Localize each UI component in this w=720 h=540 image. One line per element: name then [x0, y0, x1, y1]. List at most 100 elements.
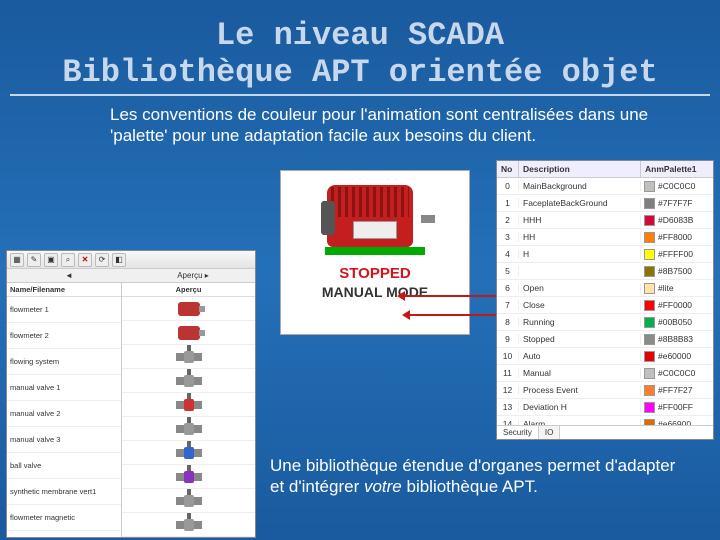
color-swatch	[644, 402, 655, 413]
title-line1: Le niveau SCADA	[216, 17, 504, 54]
motor-status: STOPPED	[339, 265, 410, 282]
intro-paragraph: Les conventions de couleur pour l'animat…	[110, 104, 650, 147]
library-tab-right[interactable]: Aperçu ▸	[131, 269, 255, 282]
library-row[interactable]: flowing system	[7, 349, 121, 375]
toolbar-icon[interactable]: ⟳	[95, 253, 109, 267]
palette-row[interactable]: 7Close#FF0000	[497, 297, 713, 314]
palette-row[interactable]: 8Running#00B050	[497, 314, 713, 331]
pump-icon	[178, 302, 200, 316]
valve-icon	[176, 445, 202, 461]
palette-row-desc: Running	[519, 317, 641, 327]
library-row[interactable]: ball valve	[7, 453, 121, 479]
motor-mode: MANUAL MODE	[322, 284, 428, 300]
color-swatch	[644, 266, 655, 277]
valve-icon	[176, 373, 202, 389]
valve-icon	[176, 517, 202, 533]
palette-row-color: #8B8B83	[641, 334, 713, 345]
library-row[interactable]: manual valve 2	[7, 401, 121, 427]
palette-row-no: 4	[497, 249, 519, 259]
library-preview-column: Aperçu	[122, 283, 255, 537]
arrow-to-status	[400, 295, 500, 297]
palette-col-desc: Description	[519, 161, 641, 177]
motor-panel: STOPPED MANUAL MODE	[280, 170, 470, 335]
palette-tabs: Security IO	[497, 425, 713, 439]
color-swatch	[644, 334, 655, 345]
color-hex: #C0C0C0	[658, 181, 695, 191]
library-row[interactable]: synthetic membrane vert1	[7, 479, 121, 505]
toolbar-icon[interactable]: ▦	[10, 253, 24, 267]
color-swatch	[644, 249, 655, 260]
color-swatch	[644, 198, 655, 209]
palette-row[interactable]: 5#8B7500	[497, 263, 713, 280]
color-swatch	[644, 215, 655, 226]
color-swatch	[644, 300, 655, 311]
color-swatch	[644, 181, 655, 192]
palette-row-no: 11	[497, 368, 519, 378]
palette-row[interactable]: 0MainBackground#C0C0C0	[497, 178, 713, 195]
color-hex: #C0C0C0	[658, 368, 695, 378]
palette-row-color: #lite	[641, 283, 713, 294]
palette-row[interactable]: 13Deviation H#FF00FF	[497, 399, 713, 416]
palette-row[interactable]: 11Manual#C0C0C0	[497, 365, 713, 382]
outro-paragraph: Une bibliothèque étendue d'organes perme…	[270, 455, 690, 498]
library-tabs: ◄ Aperçu ▸	[7, 269, 255, 283]
palette-row[interactable]: 12Process Event#FF7F27	[497, 382, 713, 399]
library-list: Name/Filename flowmeter 1flowmeter 2flow…	[7, 283, 122, 537]
library-tab-left[interactable]: ◄	[7, 269, 131, 282]
palette-row-no: 7	[497, 300, 519, 310]
palette-row-color: #FF00FF	[641, 402, 713, 413]
valve-icon	[176, 397, 202, 413]
toolbar-icon[interactable]: ⌕	[61, 253, 75, 267]
toolbar-icon[interactable]: ◧	[112, 253, 126, 267]
palette-tab-security[interactable]: Security	[497, 426, 539, 439]
toolbar-icon[interactable]: ▣	[44, 253, 58, 267]
palette-row[interactable]: 14Alarm#e66900	[497, 416, 713, 425]
palette-row-no: 1	[497, 198, 519, 208]
preview-cell	[122, 513, 255, 537]
palette-row[interactable]: 1FaceplateBackGround #7F7F7F	[497, 195, 713, 212]
color-hex: #FFFF00	[658, 249, 693, 259]
arrow-to-mode	[405, 314, 500, 316]
color-hex: #e60000	[658, 351, 691, 361]
palette-row-no: 3	[497, 232, 519, 242]
preview-cell	[122, 417, 255, 441]
palette-row[interactable]: 3HH#FF8000	[497, 229, 713, 246]
palette-row[interactable]: 2HHH#D6083B	[497, 212, 713, 229]
library-preview-header: Aperçu	[122, 283, 255, 297]
page-title: Le niveau SCADA Bibliothèque APT orienté…	[10, 0, 710, 96]
palette-row-desc: FaceplateBackGround	[519, 198, 641, 208]
palette-row-desc: Open	[519, 283, 641, 293]
library-row[interactable]: flowmeter 2	[7, 323, 121, 349]
color-hex: #7F7F7F	[658, 198, 693, 208]
library-row[interactable]: regulation valve	[7, 531, 121, 537]
library-row[interactable]: manual valve 1	[7, 375, 121, 401]
palette-row[interactable]: 4H#FFFF00	[497, 246, 713, 263]
palette-row-color: #FF0000	[641, 300, 713, 311]
palette-row-color: #FF7F27	[641, 385, 713, 396]
palette-row-no: 0	[497, 181, 519, 191]
valve-icon	[176, 349, 202, 365]
palette-row-color: #FF8000	[641, 232, 713, 243]
palette-row-color: #C0C0C0	[641, 181, 713, 192]
library-row[interactable]: flowmeter magnetic	[7, 505, 121, 531]
palette-row[interactable]: 10Auto#e60000	[497, 348, 713, 365]
library-toolbar: ▦ ✎ ▣ ⌕ ✕ ⟳ ◧	[7, 251, 255, 269]
palette-row-desc: Deviation H	[519, 402, 641, 412]
palette-row[interactable]: 9Stopped#8B8B83	[497, 331, 713, 348]
library-row[interactable]: manual valve 3	[7, 427, 121, 453]
color-hex: #8B7500	[658, 266, 692, 276]
toolbar-close-icon[interactable]: ✕	[78, 253, 92, 267]
preview-cell	[122, 369, 255, 393]
palette-row-no: 9	[497, 334, 519, 344]
library-row[interactable]: flowmeter 1	[7, 297, 121, 323]
palette-row-desc: Stopped	[519, 334, 641, 344]
toolbar-icon[interactable]: ✎	[27, 253, 41, 267]
valve-icon	[176, 421, 202, 437]
palette-tab-io[interactable]: IO	[539, 426, 560, 439]
outro-em: votre	[364, 477, 402, 496]
palette-row-desc: Process Event	[519, 385, 641, 395]
palette-row[interactable]: 6Open#lite	[497, 280, 713, 297]
color-swatch	[644, 351, 655, 362]
palette-row-desc: Auto	[519, 351, 641, 361]
library-list-header: Name/Filename	[7, 283, 121, 297]
